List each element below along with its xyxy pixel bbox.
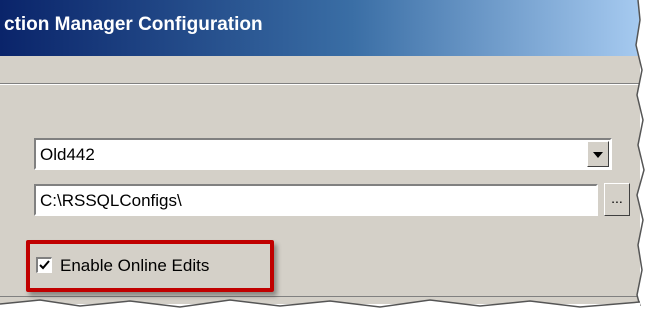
torn-edge-decoration xyxy=(0,0,660,330)
